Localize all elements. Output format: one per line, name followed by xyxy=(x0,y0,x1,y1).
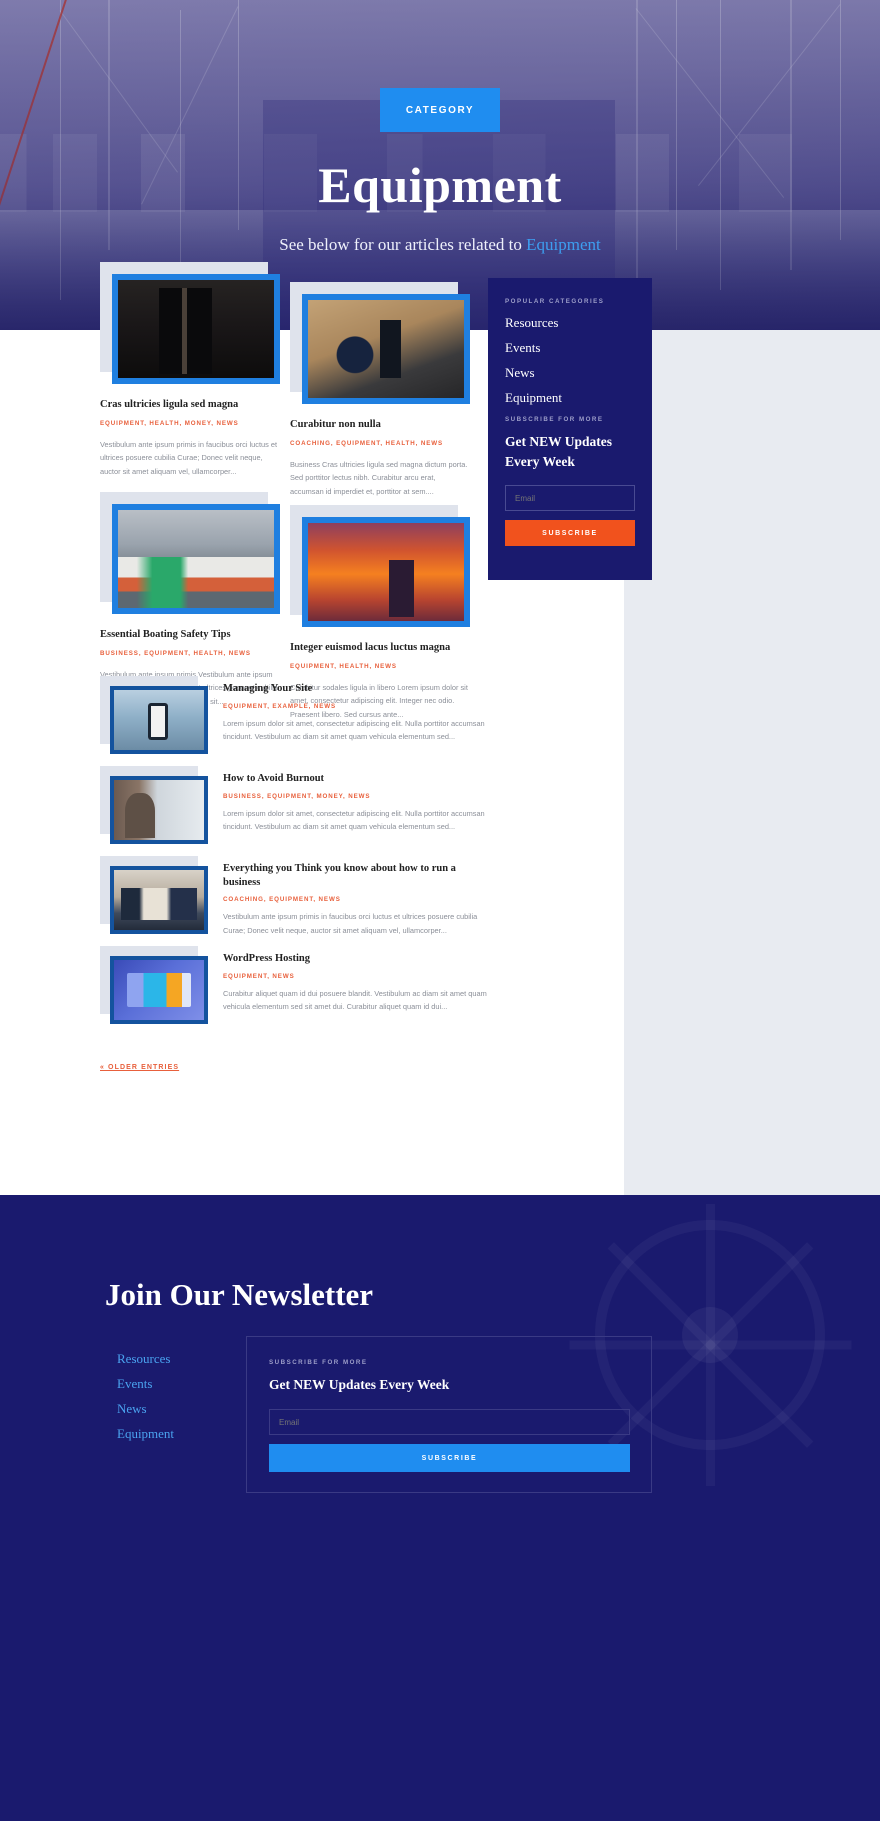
list-item-body: How to Avoid Burnout BUSINESS, EQUIPMENT… xyxy=(223,772,488,834)
category-badge: CATEGORY xyxy=(379,88,501,132)
post-categories[interactable]: EQUIPMENT, HEALTH, NEWS xyxy=(290,662,470,673)
popular-categories-list: Resources Events News Equipment xyxy=(505,316,635,404)
list-item[interactable]: Managing Your Site EQUIPMENT, EXAMPLE, N… xyxy=(95,676,485,766)
post-grid: Cras ultricies ligula sed magna EQUIPMEN… xyxy=(95,262,485,719)
post-categories[interactable]: EQUIPMENT, NEWS xyxy=(223,973,488,980)
list-item-body: WordPress Hosting EQUIPMENT, NEWS Curabi… xyxy=(223,952,488,1014)
post-image xyxy=(114,690,204,750)
post-image xyxy=(308,300,464,398)
list-item[interactable]: WordPress Hosting EQUIPMENT, NEWS Curabi… xyxy=(95,946,488,1036)
footer-subscribe-heading: Get NEW Updates Every Week xyxy=(269,1377,450,1392)
footer-subscribe-eyebrow: SUBSCRIBE FOR MORE xyxy=(269,1359,368,1366)
post-image xyxy=(118,510,274,608)
post-thumbnail[interactable] xyxy=(290,505,470,627)
post-title[interactable]: Curabitur non nulla xyxy=(290,418,470,432)
footer-link-equipment[interactable]: Equipment xyxy=(117,1427,174,1440)
footer-title: Join Our Newsletter xyxy=(105,1277,374,1312)
post-card[interactable]: Cras ultricies ligula sed magna EQUIPMEN… xyxy=(100,262,280,479)
post-categories[interactable]: EQUIPMENT, HEALTH, MONEY, NEWS xyxy=(100,419,280,430)
post-title[interactable]: WordPress Hosting xyxy=(223,952,488,966)
sidebar-subscribe-heading: Get NEW Updates Every Week xyxy=(505,434,613,469)
thumb-frame xyxy=(302,294,470,404)
post-thumbnail[interactable] xyxy=(100,946,210,1026)
sidebar-item-events[interactable]: Events xyxy=(505,341,635,354)
post-excerpt: Business Cras ultricies ligula sed magna… xyxy=(290,459,468,497)
post-categories[interactable]: BUSINESS, EQUIPMENT, HEALTH, NEWS xyxy=(100,649,280,660)
post-title[interactable]: Everything you Think you know about how … xyxy=(223,862,488,889)
list-item-body: Everything you Think you know about how … xyxy=(223,862,488,938)
post-list: Managing Your Site EQUIPMENT, EXAMPLE, N… xyxy=(95,676,488,1036)
post-excerpt: Vestibulum ante ipsum primis in faucibus… xyxy=(100,439,278,477)
post-title[interactable]: How to Avoid Burnout xyxy=(223,772,488,786)
list-item-body: Managing Your Site EQUIPMENT, EXAMPLE, N… xyxy=(223,682,488,744)
post-categories[interactable]: BUSINESS, EQUIPMENT, MONEY, NEWS xyxy=(223,793,488,800)
post-card-body: Curabitur non nulla COACHING, EQUIPMENT,… xyxy=(290,404,470,499)
thumb-frame xyxy=(302,517,470,627)
sidebar-item-equipment[interactable]: Equipment xyxy=(505,391,635,404)
hero-subtitle: See below for our articles related to Eq… xyxy=(279,235,600,255)
thumb-frame xyxy=(110,686,208,754)
post-title[interactable]: Managing Your Site xyxy=(223,682,488,696)
list-item[interactable]: How to Avoid Burnout BUSINESS, EQUIPMENT… xyxy=(95,766,485,856)
post-thumbnail[interactable] xyxy=(100,766,210,846)
post-categories[interactable]: COACHING, EQUIPMENT, HEALTH, NEWS xyxy=(290,439,470,450)
post-title[interactable]: Cras ultricies ligula sed magna xyxy=(100,398,280,412)
post-categories[interactable]: COACHING, EQUIPMENT, NEWS xyxy=(223,896,488,903)
list-item[interactable]: Everything you Think you know about how … xyxy=(95,856,485,946)
post-thumbnail[interactable] xyxy=(100,856,210,936)
footer-links: Resources Events News Equipment xyxy=(117,1352,174,1452)
footer-subscribe-box: SUBSCRIBE FOR MORE Get NEW Updates Every… xyxy=(246,1336,652,1493)
thumb-frame xyxy=(112,504,280,614)
post-image xyxy=(114,780,204,840)
thumb-frame xyxy=(110,866,208,934)
thumb-frame xyxy=(112,274,280,384)
post-title[interactable]: Essential Boating Safety Tips xyxy=(100,628,280,642)
footer-link-news[interactable]: News xyxy=(117,1402,174,1415)
post-excerpt: Lorem ipsum dolor sit amet, consectetur … xyxy=(223,808,485,832)
sidebar-item-resources[interactable]: Resources xyxy=(505,316,635,329)
post-image xyxy=(114,870,204,930)
hero-subtitle-highlight: Equipment xyxy=(526,235,601,254)
post-excerpt: Vestibulum ante ipsum primis in faucibus… xyxy=(223,912,478,935)
post-excerpt: Curabitur aliquet quam id dui posuere bl… xyxy=(223,988,487,1012)
sidebar-widget: POPULAR CATEGORIES Resources Events News… xyxy=(488,278,652,580)
hero-subtitle-prefix: See below for our articles related to xyxy=(279,235,527,254)
footer-link-resources[interactable]: Resources xyxy=(117,1352,174,1365)
thumb-frame xyxy=(110,956,208,1024)
category-archive-page: CATEGORY Equipment See below for our art… xyxy=(0,0,880,1821)
right-gray-rail xyxy=(624,330,880,1195)
sidebar-subscribe-button[interactable]: SUBSCRIBE xyxy=(505,520,635,547)
footer-subscribe-button[interactable]: SUBSCRIBE xyxy=(269,1444,630,1472)
post-thumbnail[interactable] xyxy=(100,676,210,756)
post-image xyxy=(118,280,274,378)
post-excerpt: Lorem ipsum dolor sit amet, consectetur … xyxy=(223,718,485,742)
sidebar-email-input[interactable] xyxy=(505,485,635,512)
post-card-body: Cras ultricies ligula sed magna EQUIPMEN… xyxy=(100,384,280,479)
older-entries-link[interactable]: « OLDER ENTRIES xyxy=(100,1064,179,1071)
posts-column: Cras ultricies ligula sed magna EQUIPMEN… xyxy=(95,262,487,1071)
thumb-frame xyxy=(110,776,208,844)
post-image xyxy=(114,960,204,1020)
footer-email-input[interactable] xyxy=(269,1409,630,1435)
post-categories[interactable]: EQUIPMENT, EXAMPLE, NEWS xyxy=(223,703,488,710)
post-thumbnail[interactable] xyxy=(100,262,280,384)
post-thumbnail[interactable] xyxy=(290,282,470,404)
main-content-area: Cras ultricies ligula sed magna EQUIPMEN… xyxy=(0,262,880,1195)
sidebar-subscribe-eyebrow: SUBSCRIBE FOR MORE xyxy=(505,416,604,423)
footer-newsletter-section: Join Our Newsletter Resources Events New… xyxy=(0,1195,880,1821)
post-card[interactable]: Curabitur non nulla COACHING, EQUIPMENT,… xyxy=(290,282,470,499)
post-title[interactable]: Integer euismod lacus luctus magna xyxy=(290,641,470,655)
page-title: Equipment xyxy=(318,157,562,213)
post-image xyxy=(308,523,464,621)
footer-link-events[interactable]: Events xyxy=(117,1377,174,1390)
popular-categories-heading: POPULAR CATEGORIES xyxy=(505,298,605,305)
post-thumbnail[interactable] xyxy=(100,492,280,614)
sidebar-item-news[interactable]: News xyxy=(505,366,635,379)
